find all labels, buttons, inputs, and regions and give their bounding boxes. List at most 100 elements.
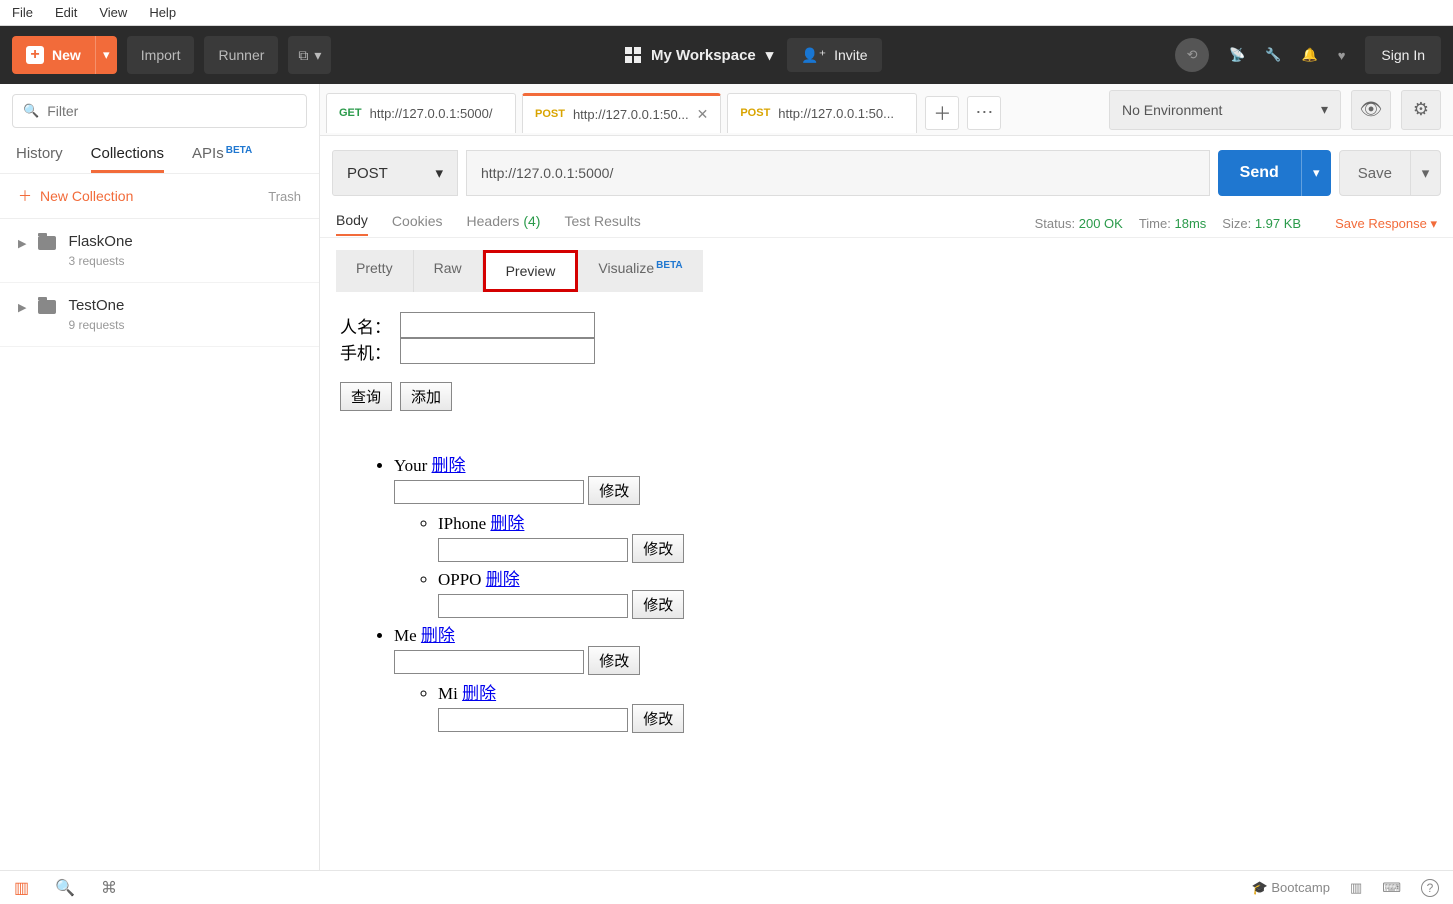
delete-link[interactable]: 删除 (490, 514, 524, 533)
menu-file[interactable]: File (12, 5, 33, 20)
save-button[interactable]: Save ▾ (1339, 150, 1441, 196)
resp-tab-headers[interactable]: Headers (4) (467, 213, 541, 235)
invite-icon: 👤⁺ (801, 47, 826, 64)
save-response-button[interactable]: Save Response ▾ (1335, 216, 1437, 232)
method-badge: POST (535, 108, 565, 120)
sync-icon[interactable]: ⟲ (1175, 38, 1209, 72)
item-input[interactable] (394, 650, 584, 674)
menu-view[interactable]: View (99, 5, 127, 20)
modify-button[interactable]: 修改 (588, 646, 640, 675)
phone-input[interactable] (400, 338, 595, 364)
find-icon[interactable]: 🔍 (55, 878, 75, 898)
new-dropdown-caret[interactable]: ▾ (95, 36, 117, 74)
resp-tab-body[interactable]: Body (336, 212, 368, 236)
send-dropdown[interactable]: ▾ (1301, 150, 1331, 196)
invite-button[interactable]: 👤⁺ Invite (787, 38, 881, 72)
query-button[interactable]: 查询 (340, 382, 392, 411)
phone-label: 手机： (340, 339, 400, 364)
item-input[interactable] (438, 708, 628, 732)
vtab-pretty[interactable]: Pretty (336, 250, 414, 292)
add-tab-button[interactable]: ＋ (925, 96, 959, 130)
signin-button[interactable]: Sign In (1365, 36, 1441, 74)
list-item: Mi 删除 修改 (438, 679, 1433, 733)
url-input[interactable]: http://127.0.0.1:5000/ (466, 150, 1210, 196)
method-selector[interactable]: POST▾ (332, 150, 458, 196)
sidebar: 🔍 History Collections APIsBETA ＋ New Col… (0, 84, 320, 870)
new-button[interactable]: + New ▾ (12, 36, 117, 74)
tab-history[interactable]: History (16, 145, 63, 173)
item-input[interactable] (394, 480, 584, 504)
modify-button[interactable]: 修改 (588, 476, 640, 505)
filter-input[interactable] (47, 103, 296, 119)
menu-edit[interactable]: Edit (55, 5, 77, 20)
settings-button[interactable]: ⚙ (1401, 90, 1441, 130)
chevron-down-icon: ▾ (435, 164, 443, 182)
tab-collections[interactable]: Collections (91, 145, 164, 173)
delete-link[interactable]: 删除 (486, 570, 520, 589)
environment-selector[interactable]: No Environment▾ (1109, 90, 1341, 130)
modify-button[interactable]: 修改 (632, 704, 684, 733)
filter-input-wrap[interactable]: 🔍 (12, 94, 307, 128)
tab-options-button[interactable]: ⋯ (967, 96, 1001, 130)
beta-badge: BETA (226, 145, 252, 156)
tab-label: http://127.0.0.1:50... (778, 106, 894, 121)
resp-tab-test[interactable]: Test Results (564, 213, 640, 235)
panes-icon[interactable]: ▥ (1350, 880, 1362, 896)
collection-name: TestOne (68, 297, 124, 314)
request-tabs-row: GET http://127.0.0.1:5000/ POST http://1… (320, 84, 1453, 136)
menu-help[interactable]: Help (149, 5, 176, 20)
save-dropdown[interactable]: ▾ (1410, 151, 1440, 195)
import-button[interactable]: Import (127, 36, 195, 74)
request-tab[interactable]: POST http://127.0.0.1:50... (727, 93, 917, 133)
search-icon: 🔍 (23, 103, 39, 119)
resp-tab-cookies[interactable]: Cookies (392, 213, 443, 235)
vtab-preview[interactable]: Preview (483, 250, 579, 292)
collection-item[interactable]: ▶ TestOne 9 requests (0, 283, 319, 347)
heart-icon[interactable]: ♥ (1338, 48, 1346, 63)
plus-icon: + (26, 46, 44, 64)
runner-button[interactable]: Runner (204, 36, 278, 74)
bell-icon[interactable]: 🔔 (1302, 47, 1318, 63)
workspace-selector[interactable]: My Workspace ▾ (625, 46, 773, 64)
capture-button[interactable]: ⧉▾ (288, 36, 331, 74)
main-toolbar: + New ▾ Import Runner ⧉▾ My Workspace ▾ … (0, 26, 1453, 84)
item-input[interactable] (438, 538, 628, 562)
add-button[interactable]: 添加 (400, 382, 452, 411)
sidebar-toggle-icon[interactable]: ▥ (14, 878, 29, 898)
wrench-icon[interactable]: 🔧 (1265, 47, 1281, 63)
env-quicklook-button[interactable]: 👁 (1351, 90, 1391, 130)
delete-link[interactable]: 删除 (421, 626, 455, 645)
bootcamp-link[interactable]: 🎓 Bootcamp (1252, 880, 1330, 896)
collection-item[interactable]: ▶ FlaskOne 3 requests (0, 219, 319, 283)
tab-label: http://127.0.0.1:5000/ (370, 106, 493, 121)
method-badge: GET (339, 107, 362, 119)
modify-button[interactable]: 修改 (632, 534, 684, 563)
request-tab[interactable]: GET http://127.0.0.1:5000/ (326, 93, 516, 133)
delete-link[interactable]: 删除 (462, 684, 496, 703)
response-tabs: Body Cookies Headers (4) Test Results St… (320, 210, 1453, 238)
modify-button[interactable]: 修改 (632, 590, 684, 619)
name-input[interactable] (400, 312, 595, 338)
satellite-icon[interactable]: 📡 (1229, 47, 1245, 63)
keyboard-icon[interactable]: ⌨ (1382, 880, 1401, 896)
name-label: 人名： (340, 313, 400, 338)
item-input[interactable] (438, 594, 628, 618)
capture-icon: ⧉ (298, 47, 308, 64)
close-icon[interactable]: ✕ (697, 106, 709, 123)
tab-label: http://127.0.0.1:50... (573, 107, 689, 122)
delete-link[interactable]: 删除 (432, 456, 466, 475)
console-icon[interactable]: ⌘ (101, 878, 117, 898)
new-collection-button[interactable]: ＋ New Collection (18, 186, 133, 206)
list-item: OPPO 删除 修改 (438, 565, 1433, 619)
collection-name: FlaskOne (68, 233, 132, 250)
send-button[interactable]: Send ▾ (1218, 150, 1331, 196)
help-icon[interactable]: ? (1421, 879, 1439, 897)
vtab-raw[interactable]: Raw (414, 250, 483, 292)
trash-link[interactable]: Trash (268, 189, 301, 204)
new-label: New (52, 47, 81, 63)
vtab-visualize[interactable]: VisualizeBETA (578, 250, 702, 292)
tab-apis[interactable]: APIsBETA (192, 145, 252, 173)
request-tab-active[interactable]: POST http://127.0.0.1:50... ✕ (522, 93, 721, 133)
collection-count: 9 requests (68, 318, 124, 332)
caret-icon: ▶ (18, 237, 26, 250)
